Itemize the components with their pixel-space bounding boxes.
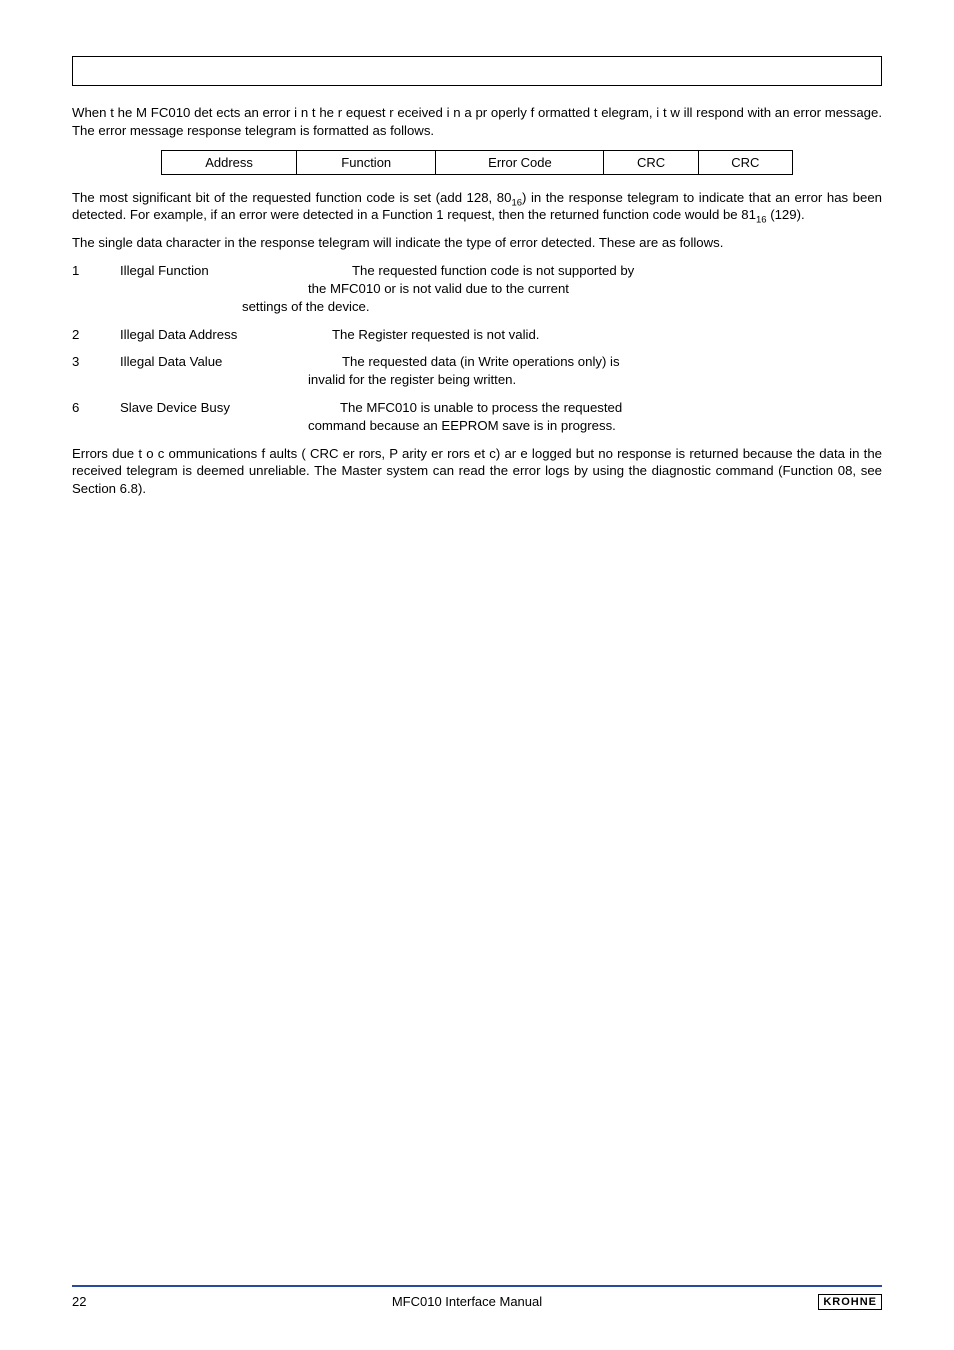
cell-crc-1: CRC xyxy=(604,150,698,174)
cell-crc-2: CRC xyxy=(698,150,792,174)
intro-paragraph: When t he M FC010 det ects an error i n … xyxy=(72,104,882,140)
error-code: 6 xyxy=(72,399,120,435)
error-row-1: 1 Illegal Function The requested functio… xyxy=(72,262,882,315)
error-description: The MFC010 is unable to process the requ… xyxy=(290,399,882,435)
footer-title: MFC010 Interface Manual xyxy=(132,1294,802,1309)
error-code: 1 xyxy=(72,262,120,315)
cell-error-code: Error Code xyxy=(436,150,604,174)
text-line: The Register requested is not valid. xyxy=(290,326,882,344)
error-list: 1 Illegal Function The requested functio… xyxy=(72,262,882,435)
error-description: The requested function code is not suppo… xyxy=(290,262,882,315)
brand-logo: KROHNE xyxy=(818,1294,882,1310)
footer-rule xyxy=(72,1285,882,1287)
page-footer: 22 MFC010 Interface Manual KROHNE xyxy=(72,1285,882,1310)
text-line: invalid for the register being written. xyxy=(290,371,882,389)
error-name: Slave Device Busy xyxy=(120,399,290,435)
text-line: the MFC010 or is not valid due to the cu… xyxy=(290,280,882,298)
text-line: The MFC010 is unable to process the requ… xyxy=(290,399,882,417)
error-row-2: 2 Illegal Data Address The Register requ… xyxy=(72,326,882,344)
footer-brand: KROHNE xyxy=(802,1293,882,1310)
page-number: 22 xyxy=(72,1294,132,1309)
subscript-16: 16 xyxy=(756,215,767,226)
error-description: The requested data (in Write operations … xyxy=(290,353,882,389)
cell-function: Function xyxy=(297,150,436,174)
closing-paragraph: Errors due t o c ommunications f aults (… xyxy=(72,445,882,498)
error-row-6: 6 Slave Device Busy The MFC010 is unable… xyxy=(72,399,882,435)
error-code: 3 xyxy=(72,353,120,389)
text-line: settings of the device. xyxy=(242,298,882,316)
error-name: Illegal Data Value xyxy=(120,353,290,389)
text-fragment: The most significant bit of the requeste… xyxy=(72,190,511,205)
error-code: 2 xyxy=(72,326,120,344)
text-line: The requested function code is not suppo… xyxy=(290,262,882,280)
error-row-3: 3 Illegal Data Value The requested data … xyxy=(72,353,882,389)
single-data-char-paragraph: The single data character in the respons… xyxy=(72,234,882,252)
text-line: The requested data (in Write operations … xyxy=(290,353,882,371)
cell-address: Address xyxy=(162,150,297,174)
text-line: command because an EEPROM save is in pro… xyxy=(290,417,882,435)
error-description: The Register requested is not valid. xyxy=(290,326,882,344)
text-fragment: (129). xyxy=(767,207,805,222)
table-row: Address Function Error Code CRC CRC xyxy=(162,150,793,174)
header-rule-box xyxy=(72,56,882,86)
telegram-table: Address Function Error Code CRC CRC xyxy=(161,150,793,175)
error-name: Illegal Data Address xyxy=(120,326,290,344)
significant-bit-paragraph: The most significant bit of the requeste… xyxy=(72,189,882,225)
